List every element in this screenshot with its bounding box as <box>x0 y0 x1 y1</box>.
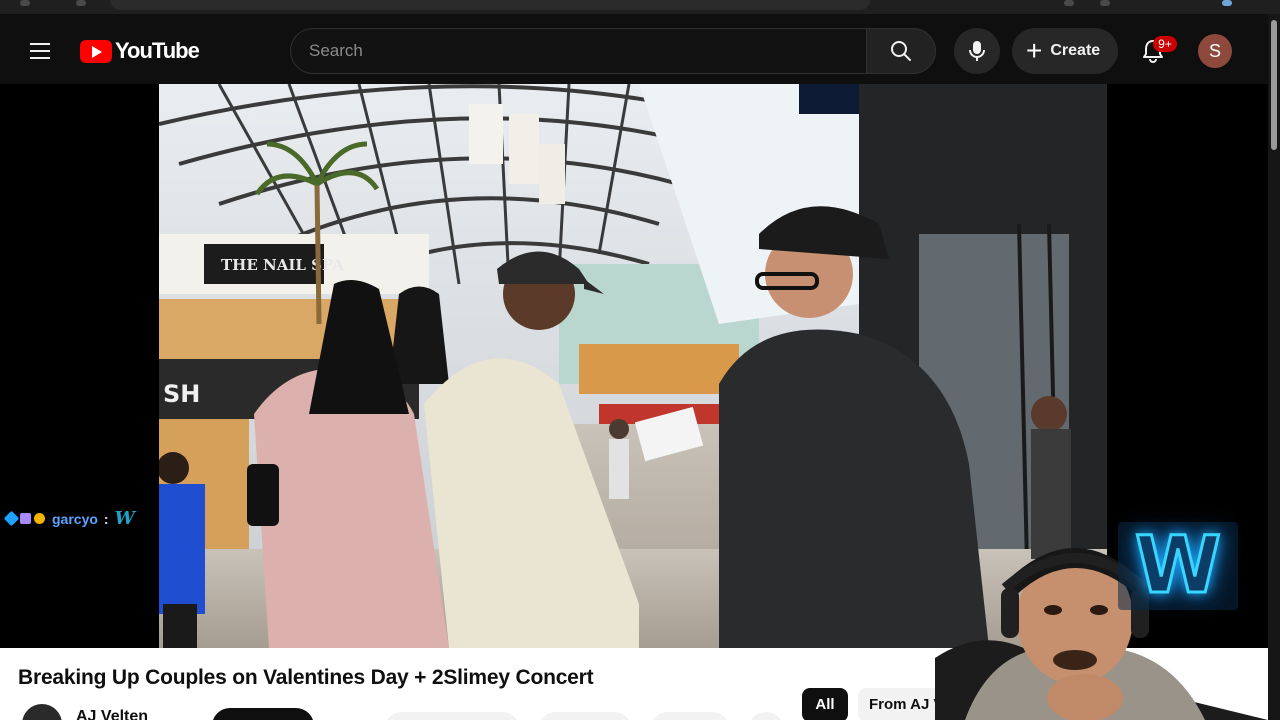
chat-message: garcyo : W <box>3 508 135 529</box>
page-scrollbar[interactable] <box>1268 14 1280 720</box>
account-avatar[interactable]: S <box>1198 34 1232 68</box>
menu-icon-bar <box>30 57 50 59</box>
notification-badge: 9+ <box>1153 36 1177 52</box>
profile-icon[interactable] <box>1222 0 1232 6</box>
gift-badge-icon <box>34 513 45 524</box>
masthead: YouTube + Create 9+ S <box>0 14 1268 84</box>
search-input[interactable] <box>290 28 866 74</box>
neon-w-letter: W <box>1133 521 1222 611</box>
guide-menu-button[interactable] <box>22 36 58 66</box>
extension-icon[interactable] <box>1064 0 1074 6</box>
svg-text:SH: SH <box>163 380 200 408</box>
subscriber-badge-icon <box>20 513 31 524</box>
address-bar[interactable] <box>110 0 870 10</box>
filter-chip-all[interactable]: All <box>802 688 848 720</box>
chat-emote-text: W <box>114 508 135 529</box>
channel-avatar[interactable] <box>22 704 62 720</box>
verified-badge-icon <box>3 510 20 527</box>
chat-username: garcyo <box>52 510 98 527</box>
reload-icon[interactable] <box>76 0 86 6</box>
neon-w-emblem: W <box>1118 522 1238 610</box>
microphone-icon <box>969 41 985 61</box>
create-button[interactable]: + Create <box>1012 28 1118 74</box>
download-button[interactable] <box>650 712 730 720</box>
back-icon[interactable] <box>20 0 30 6</box>
youtube-play-icon <box>80 39 112 63</box>
menu-icon-bar <box>30 50 50 52</box>
share-button[interactable] <box>538 712 632 720</box>
plus-icon: + <box>1026 35 1043 66</box>
more-actions-button[interactable] <box>748 712 784 720</box>
youtube-logo[interactable]: YouTube <box>80 38 200 64</box>
scrollbar-thumb[interactable] <box>1271 20 1277 150</box>
logo-text: YouTube <box>115 38 200 63</box>
menu-icon-bar <box>30 43 50 45</box>
like-dislike-button[interactable] <box>384 712 520 720</box>
extension-icon[interactable] <box>1100 0 1110 6</box>
voice-search-button[interactable] <box>954 28 1000 74</box>
chat-separator: : <box>103 510 109 527</box>
create-label: Create <box>1050 42 1101 59</box>
search-icon <box>891 41 911 61</box>
channel-name[interactable]: AJ Velten <box>76 708 148 720</box>
subscribe-button[interactable] <box>212 708 314 720</box>
svg-text:THE NAIL SPA: THE NAIL SPA <box>221 256 344 274</box>
browser-toolbar <box>0 0 1280 14</box>
video-title: Breaking Up Couples on Valentines Day + … <box>18 666 594 689</box>
search-box <box>290 28 936 74</box>
search-button[interactable] <box>866 28 936 74</box>
